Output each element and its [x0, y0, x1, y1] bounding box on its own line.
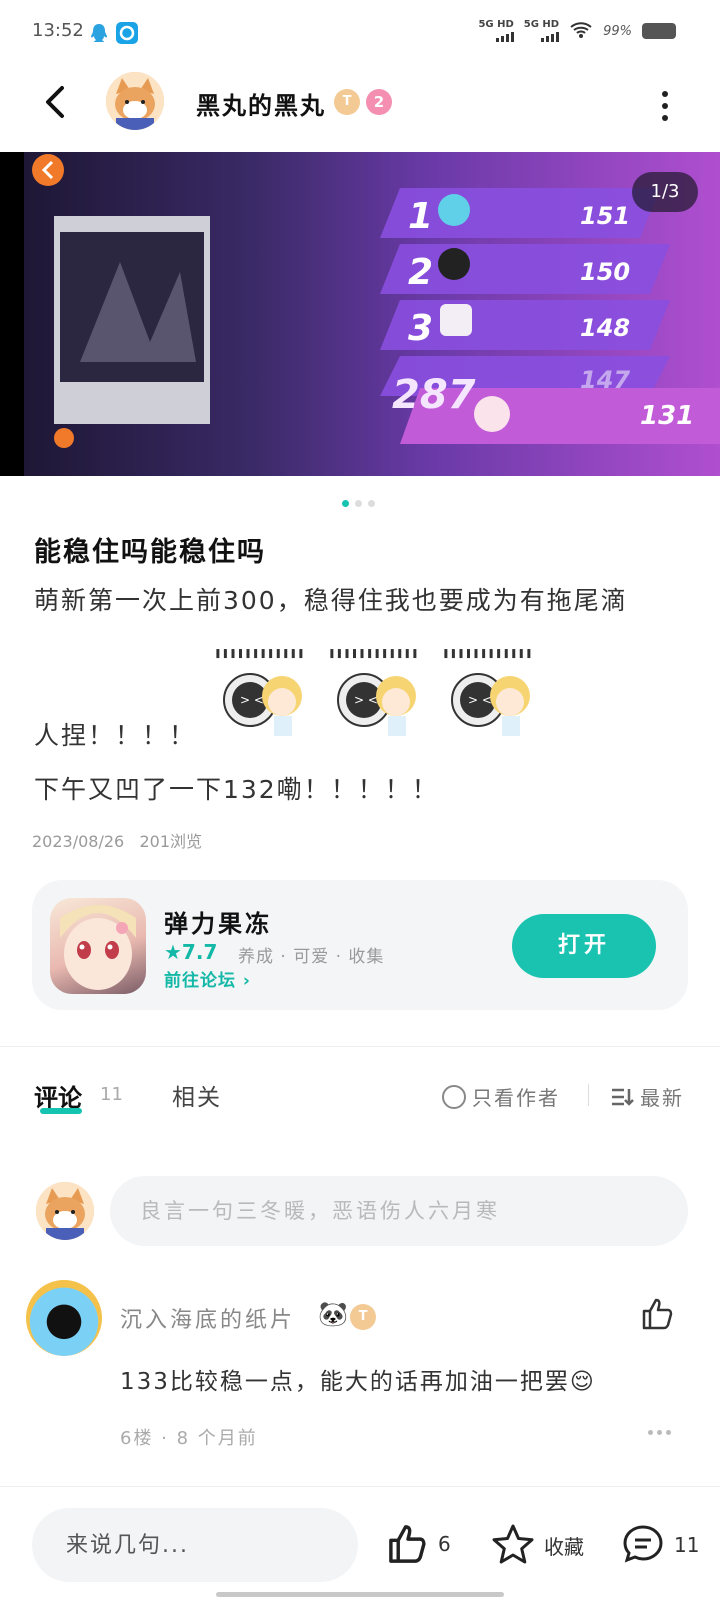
- app-tags: 养成 · 可爱 · 收集: [238, 947, 385, 967]
- favorite-button[interactable]: 收藏: [490, 1522, 584, 1568]
- open-app-button[interactable]: 打开: [512, 914, 656, 978]
- status-right: 5G HD 5G HD 99%: [478, 20, 676, 42]
- leaderboard-screenshot: 1 2 3 151 150 148 147 131 287: [0, 152, 720, 476]
- svg-text:> <: > <: [240, 693, 264, 707]
- rank-badge: T: [334, 89, 360, 115]
- more-menu-button[interactable]: [660, 88, 670, 121]
- svg-text:2: 2: [408, 252, 433, 293]
- radio-circle-icon: [442, 1084, 466, 1109]
- svg-text:147: 147: [580, 366, 630, 394]
- app-name: 弹力果冻: [164, 910, 272, 938]
- favorite-label: 收藏: [544, 1534, 584, 1559]
- section-divider: [0, 1046, 720, 1047]
- svg-text:> <: > <: [468, 693, 492, 707]
- thumbs-up-icon: [389, 1525, 426, 1563]
- svg-text:150: 150: [580, 258, 630, 286]
- commenter-name[interactable]: 沉入海底的纸片: [120, 1302, 295, 1334]
- comment-input[interactable]: [110, 1176, 688, 1246]
- bottom-divider: [0, 1486, 720, 1487]
- svg-text:151: 151: [580, 202, 630, 230]
- comment-like-button[interactable]: [640, 1296, 676, 1332]
- author-name[interactable]: 黑丸的黑丸: [196, 86, 326, 121]
- status-time: 13:52: [32, 20, 84, 41]
- tab-related[interactable]: 相关: [172, 1078, 222, 1112]
- comment-meta: 6楼 · 8 个月前: [120, 1428, 258, 1449]
- svg-text:1: 1: [408, 196, 433, 237]
- svg-text:> <: > <: [354, 693, 378, 707]
- status-bar: 13:52 5G HD 5G HD 99%: [0, 0, 720, 64]
- sort-icon: [612, 1088, 634, 1106]
- post-text-line-2: 人捏！！！！: [34, 721, 197, 750]
- forum-link[interactable]: 前往论坛 ›: [164, 966, 251, 991]
- thumbs-up-icon: [642, 1298, 673, 1330]
- comment-bubble-icon: [623, 1525, 663, 1563]
- qq-icon: [88, 22, 110, 44]
- my-avatar: [36, 1182, 94, 1240]
- sticker-badge-icon: 🐼: [318, 1300, 348, 1328]
- sticker-emoji: ❚❚❚❚❚❚❚❚❚❚❚❚ > <: [442, 646, 542, 742]
- sticker-emoji: ❚❚❚❚❚❚❚❚❚❚❚❚ > <: [328, 646, 428, 742]
- post-image-carousel[interactable]: 1 2 3 151 150 148 147 131 287 1/3: [0, 152, 720, 476]
- app-icon[interactable]: [50, 898, 146, 994]
- like-button[interactable]: 6: [386, 1522, 451, 1566]
- home-indicator[interactable]: [216, 1592, 504, 1597]
- svg-text:148: 148: [580, 314, 630, 342]
- commenter-rank-badge: T: [350, 1304, 376, 1330]
- post-views: 201浏览: [139, 832, 203, 851]
- active-tab-indicator: [40, 1108, 82, 1114]
- comment-more-button[interactable]: [648, 1430, 671, 1435]
- filter-separator: [588, 1084, 589, 1106]
- image-pager: 1/3: [632, 172, 698, 212]
- author-only-toggle[interactable]: 只看作者: [442, 1082, 560, 1111]
- comment-button[interactable]: 11: [620, 1522, 699, 1568]
- like-count: 6: [438, 1532, 451, 1556]
- level-badge: 2: [366, 89, 392, 115]
- sort-button[interactable]: 最新: [610, 1082, 684, 1111]
- reply-input[interactable]: [32, 1508, 358, 1582]
- svg-text:❚❚❚❚❚❚❚❚❚❚❚❚: ❚❚❚❚❚❚❚❚❚❚❚❚: [328, 649, 419, 659]
- comment-text: 133比较稳一点，能大的话再加油一把罢😌: [120, 1369, 596, 1395]
- svg-text:287: 287: [392, 372, 476, 418]
- post-text-line-1: 萌新第一次上前300，稳得住我也要成为有拖尾滴: [34, 586, 628, 615]
- back-arrow-icon: [46, 86, 64, 118]
- wifi-icon: [569, 21, 593, 42]
- sticker-emoji: ❚❚❚❚❚❚❚❚❚❚❚❚ > <: [214, 646, 314, 742]
- sticker-row: ❚❚❚❚❚❚❚❚❚❚❚❚ > < ❚❚❚❚❚❚❚❚❚❚❚❚ > < ❚❚❚❚❚❚❚❚…: [214, 646, 542, 742]
- signal-1: 5G HD: [478, 20, 514, 42]
- app-rating: ★7.7: [164, 940, 218, 964]
- svg-text:131: 131: [640, 401, 694, 431]
- post-title: 能稳住吗能稳住吗: [34, 537, 266, 568]
- post-date: 2023/08/26: [32, 832, 125, 851]
- comment-count: 11: [674, 1533, 700, 1557]
- svg-text:3: 3: [408, 308, 433, 349]
- battery-icon: [642, 23, 676, 39]
- signal-2: 5G HD: [524, 20, 560, 42]
- author-avatar[interactable]: [106, 72, 164, 130]
- browser-icon: [116, 22, 138, 44]
- svg-text:❚❚❚❚❚❚❚❚❚❚❚❚: ❚❚❚❚❚❚❚❚❚❚❚❚: [214, 649, 305, 659]
- post-text-line-3: 下午又凹了一下132嘞！！！！！: [34, 775, 439, 804]
- carousel-dots: [342, 500, 375, 507]
- commenter-avatar[interactable]: [26, 1280, 102, 1356]
- star-icon: [492, 1524, 534, 1564]
- post-meta: 2023/08/26 201浏览: [32, 828, 202, 852]
- battery-percent: 99%: [603, 23, 632, 39]
- back-button[interactable]: [36, 82, 76, 122]
- chevron-right-icon: ›: [242, 971, 251, 991]
- svg-text:❚❚❚❚❚❚❚❚❚❚❚❚: ❚❚❚❚❚❚❚❚❚❚❚❚: [442, 649, 533, 659]
- comments-count: 11: [100, 1084, 123, 1105]
